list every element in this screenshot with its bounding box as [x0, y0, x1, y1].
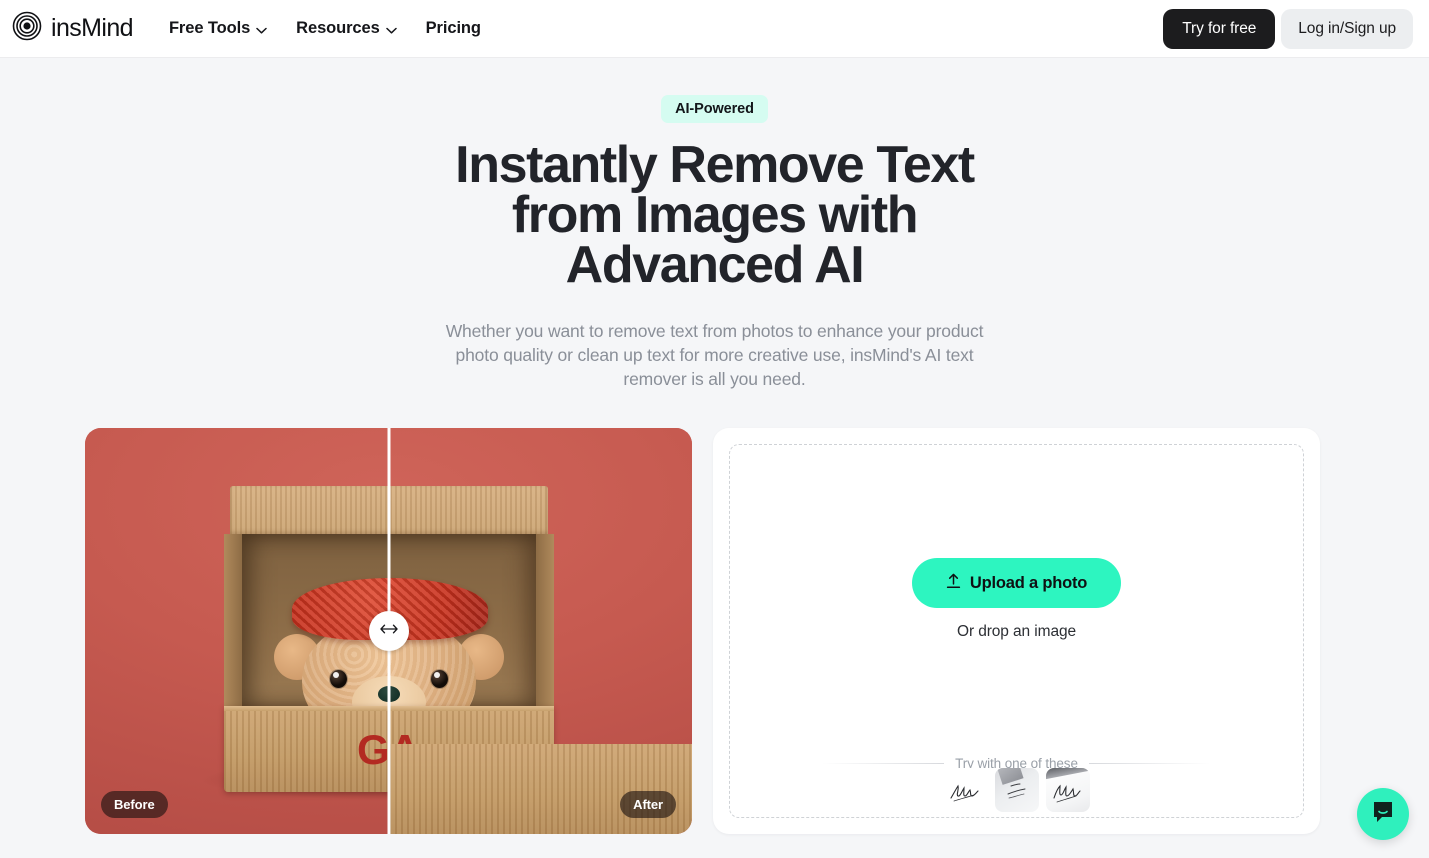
nav-label-free-tools: Free Tools — [168, 19, 251, 37]
sample-image-3[interactable] — [1045, 768, 1090, 812]
try-for-free-button[interactable]: Try for free — [1163, 8, 1276, 49]
page-title: Instantly Remove Text from Images with A… — [0, 139, 1429, 291]
before-after-comparison[interactable]: GA Before After — [85, 428, 692, 834]
chevron-down-icon — [256, 20, 267, 39]
comparison-slider-handle[interactable] — [368, 611, 409, 651]
nav-item-resources[interactable]: Resources — [296, 18, 397, 39]
upload-photo-button[interactable]: Upload a photo — [911, 558, 1122, 608]
bear-eye-left — [329, 670, 347, 688]
brand-name: insMind — [51, 14, 134, 42]
divider-rule-left — [822, 763, 945, 764]
site-header: insMind Free Tools Resources Pricing Try… — [0, 0, 1429, 58]
drop-image-hint: Or drop an image — [956, 623, 1077, 640]
sample-image-2[interactable] — [994, 768, 1039, 812]
handwriting-scribble-icon — [1052, 784, 1081, 803]
chat-bubble-icon — [1370, 799, 1396, 830]
upload-arrow-icon — [946, 573, 961, 594]
divider-rule-right — [1088, 763, 1211, 764]
page-title-line-3: Advanced AI — [565, 236, 865, 294]
main-content: GA Before After — [0, 428, 1429, 834]
page-subtitle: Whether you want to remove text from pho… — [425, 319, 1005, 391]
handwriting-scribble-icon — [949, 784, 979, 802]
ai-powered-badge: AI-Powered — [661, 95, 768, 123]
nav-label-pricing: Pricing — [425, 19, 481, 37]
box-inner-right-flap — [535, 534, 554, 722]
page-subtitle-line-1: Whether you want to remove text from pho… — [445, 321, 922, 341]
upload-actions: Upload a photo Or drop an image — [911, 558, 1122, 641]
login-signup-button[interactable]: Log in/Sign up — [1281, 8, 1413, 49]
dropzone[interactable]: Upload a photo Or drop an image Try with… — [729, 444, 1304, 818]
after-badge: After — [620, 791, 676, 818]
concentric-rings-logo-icon — [12, 11, 42, 46]
nav-item-free-tools[interactable]: Free Tools — [169, 18, 267, 39]
hero-section: AI-Powered Instantly Remove Text from Im… — [0, 58, 1429, 391]
brand-logo[interactable]: insMind — [12, 11, 134, 46]
bear-eye-right — [430, 670, 448, 688]
handwriting-scribble-icon — [1007, 783, 1025, 799]
box-inner-left-flap — [223, 534, 242, 722]
upload-photo-button-label: Upload a photo — [969, 573, 1088, 592]
nav-item-pricing[interactable]: Pricing — [426, 19, 481, 38]
sample-images-row — [730, 768, 1303, 812]
after-side-text-removed — [388, 744, 692, 834]
chat-launcher-button[interactable] — [1357, 788, 1409, 840]
header-actions: Try for free Log in/Sign up — [1163, 8, 1413, 49]
main-navigation: Free Tools Resources Pricing — [169, 18, 481, 39]
chevron-down-icon — [385, 20, 397, 39]
left-right-arrow-icon — [379, 622, 399, 640]
sample-image-1[interactable] — [943, 768, 988, 812]
before-badge: Before — [101, 791, 168, 818]
upload-card: Upload a photo Or drop an image Try with… — [713, 428, 1320, 834]
nav-label-resources: Resources — [296, 19, 380, 37]
